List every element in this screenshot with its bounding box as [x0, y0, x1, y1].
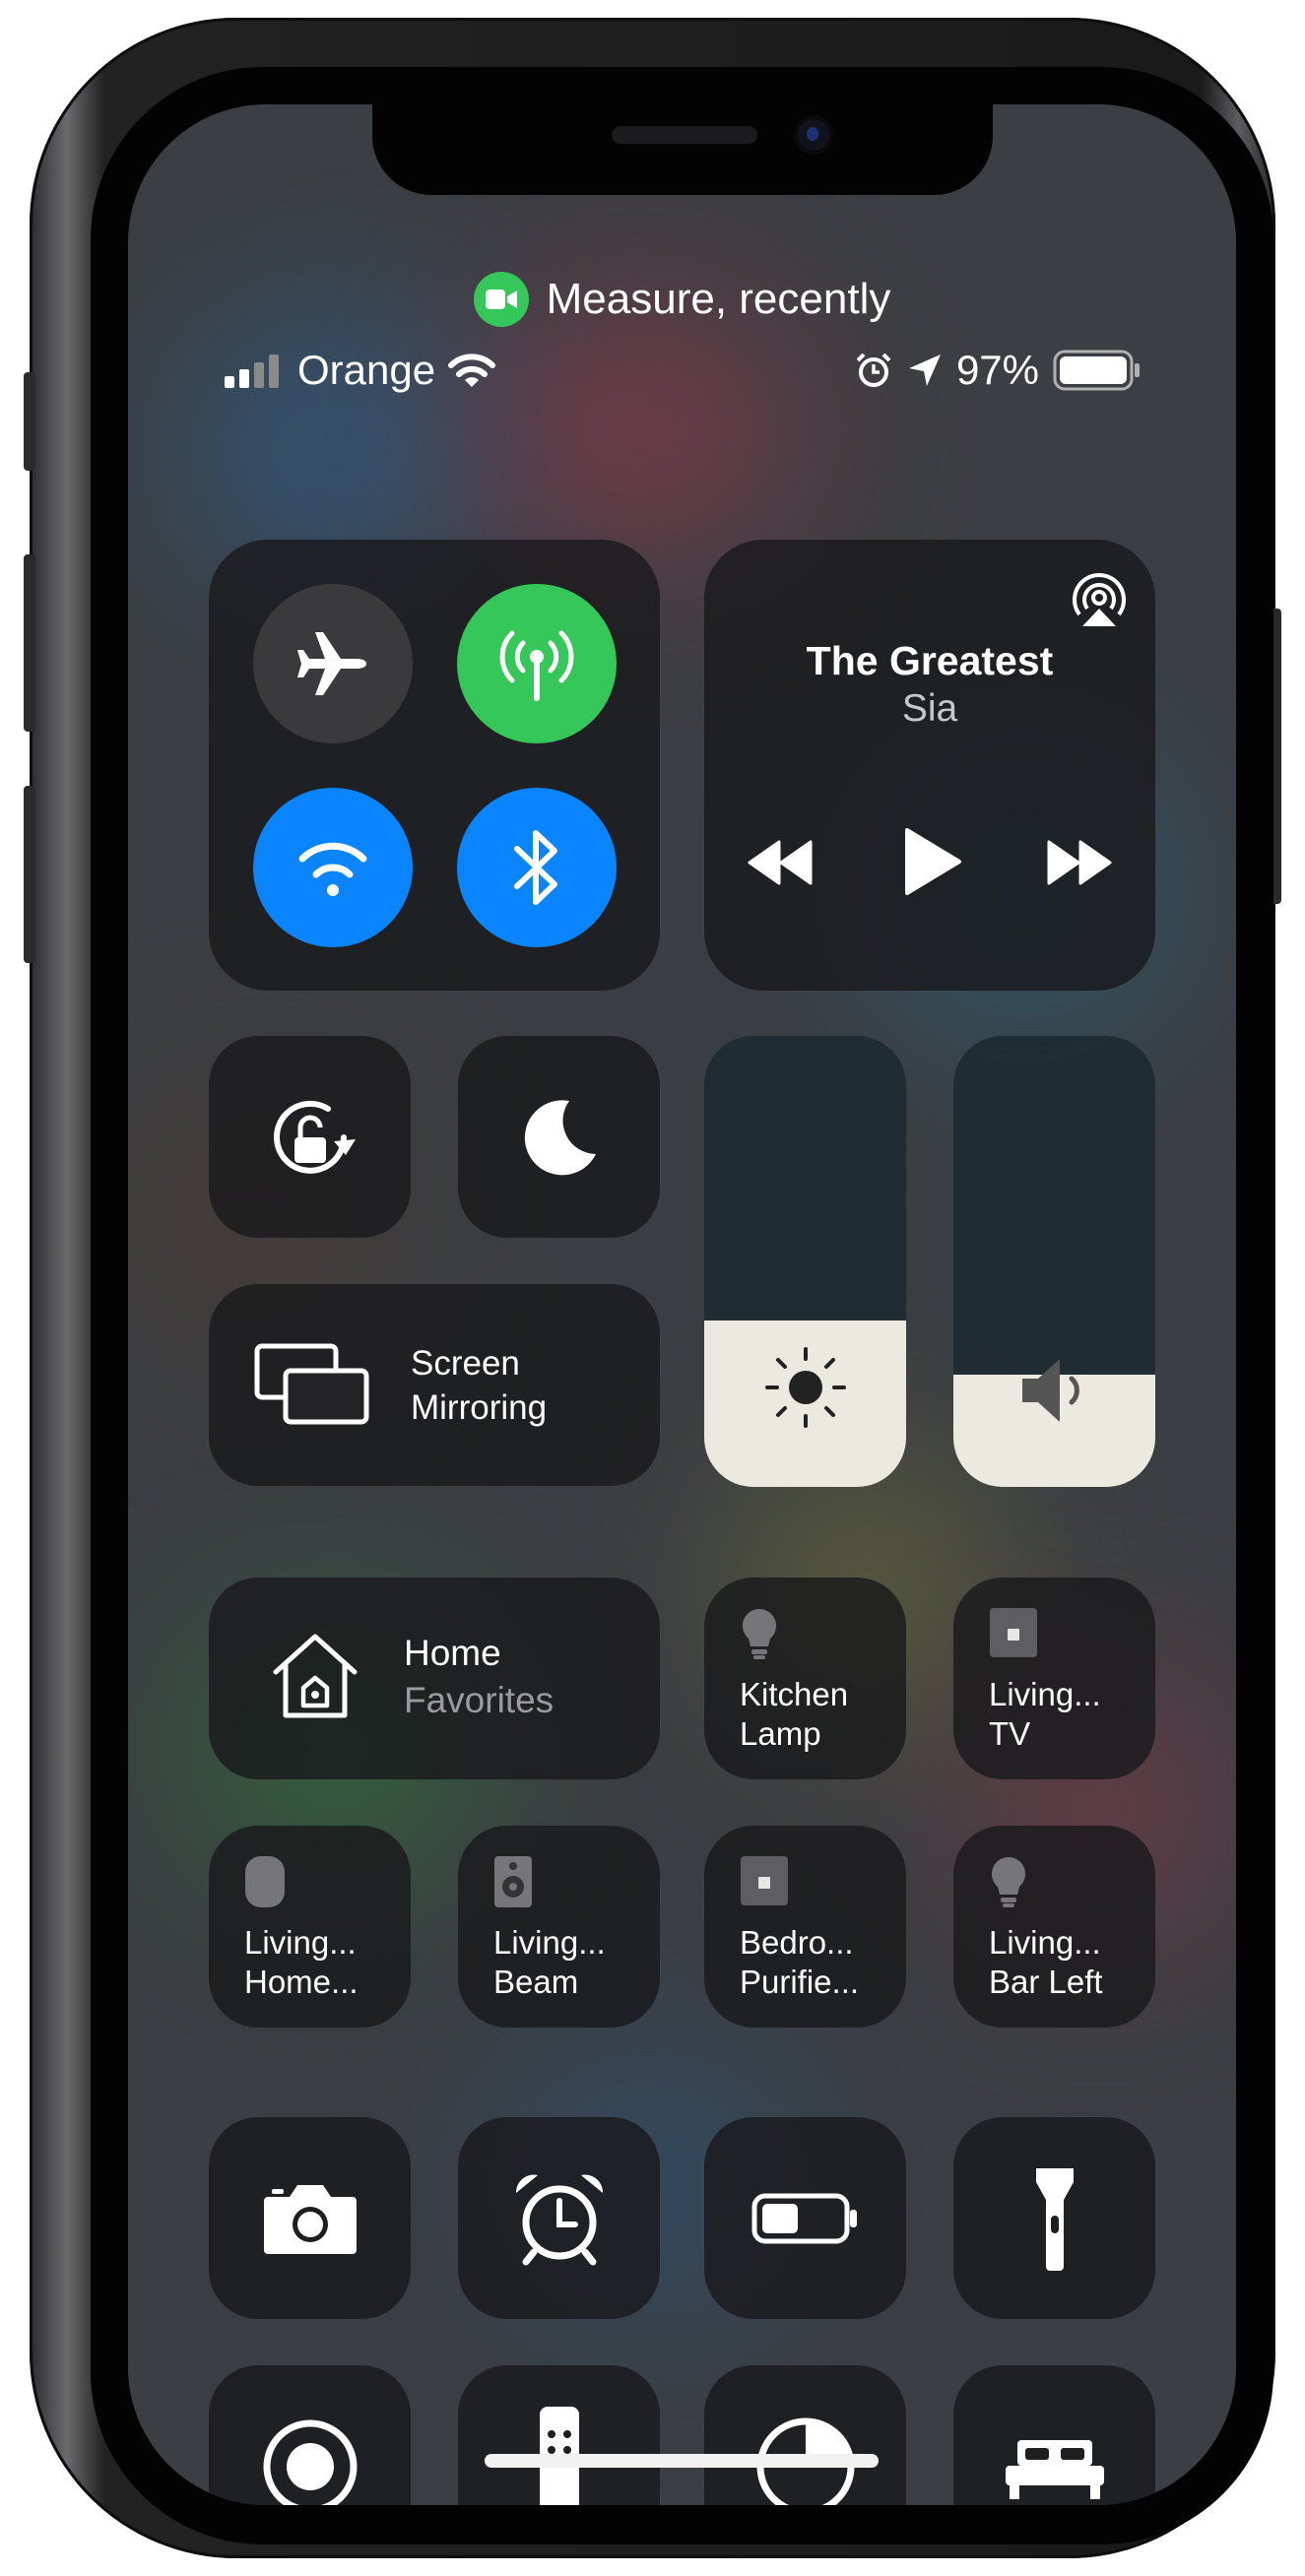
accessory-label: Kitchen Lamp [740, 1675, 848, 1754]
video-camera-icon [473, 272, 529, 327]
screen-mirroring-line1: Screen [411, 1344, 520, 1383]
mute-switch [24, 372, 35, 471]
phone-frame: Measure, recently Orange 97% The Greates… [24, 18, 1281, 2558]
alarm-button[interactable] [458, 2117, 660, 2319]
home-subtitle: Favorites [404, 1680, 555, 1720]
accessory-line2: Home... [244, 1964, 359, 2000]
home-title: Home [404, 1633, 501, 1673]
status-bar-left: Orange [225, 341, 496, 400]
wifi-icon [298, 842, 367, 896]
home-favorites-button[interactable]: Home Favorites [209, 1578, 660, 1779]
speaker-volume-icon [1022, 1359, 1079, 1422]
battery-icon [1053, 350, 1140, 391]
accessory-label: Bedro... Purifie... [740, 1923, 859, 2002]
accessory-bedroom-purifier[interactable]: Bedro... Purifie... [704, 1826, 906, 2028]
airplay-icon[interactable] [1071, 571, 1128, 628]
screen-mirroring-button[interactable]: Screen Mirroring [209, 1284, 660, 1486]
cellular-data-button[interactable] [457, 584, 617, 743]
speaker-icon [494, 1856, 532, 1907]
apple-tv-remote-button[interactable] [458, 2365, 660, 2505]
airplane-icon [297, 632, 366, 695]
play-icon[interactable] [903, 827, 962, 896]
lightbulb-icon [742, 1608, 777, 1659]
bluetooth-button[interactable] [457, 788, 617, 947]
connectivity-module [209, 540, 660, 991]
earpiece-speaker [612, 126, 757, 144]
accessory-label: Living... TV [989, 1675, 1101, 1754]
artist-name: Sia [901, 687, 958, 730]
accessory-line2: Purifie... [740, 1964, 860, 2000]
screen-mirroring-icon [254, 1343, 369, 1425]
volume-down-button [24, 786, 35, 963]
fast-forward-icon[interactable] [1047, 840, 1112, 885]
accessory-line2: Lamp [740, 1715, 821, 1752]
screen-mirroring-label: Screen Mirroring [411, 1341, 547, 1430]
recent-camera-use-indicator[interactable]: Measure, recently [128, 272, 1236, 327]
antenna-icon [499, 630, 574, 701]
accessory-line1: Living... [989, 1676, 1101, 1712]
camera-icon [263, 2184, 357, 2254]
outlet-icon [741, 1856, 788, 1905]
wifi-icon [448, 354, 496, 387]
screen-recording-button[interactable] [209, 2365, 411, 2505]
rewind-icon[interactable] [748, 840, 813, 885]
song-title: The Greatest [806, 638, 1054, 683]
cellular-signal-icon [225, 354, 279, 388]
alarm-clock-icon [515, 2174, 603, 2265]
accessory-line1: Living... [989, 1924, 1101, 1961]
alarm-icon [856, 353, 891, 387]
indicator-text: Measure, recently [546, 275, 891, 323]
now-playing-module[interactable]: The Greatest Sia [704, 540, 1155, 991]
accessory-label: Living... Home... [244, 1923, 359, 2002]
accessory-line1: Kitchen [740, 1676, 849, 1712]
control-center-screen: Measure, recently Orange 97% The Greates… [128, 104, 1236, 2505]
front-camera [798, 119, 829, 151]
accessory-line1: Living... [244, 1924, 357, 1961]
screen-mirroring-line2: Mirroring [411, 1388, 548, 1427]
accessory-line1: Living... [493, 1924, 606, 1961]
accessory-line2: Beam [493, 1964, 579, 2000]
moon-icon [524, 1099, 596, 1175]
accessory-label: Living... Bar Left [989, 1923, 1103, 2002]
accessibility-shortcut-button[interactable] [704, 2365, 906, 2505]
accessory-line2: Bar Left [989, 1964, 1103, 2000]
low-power-icon [751, 2193, 857, 2243]
volume-up-button [24, 554, 35, 732]
accessory-living-tv[interactable]: Living... TV [953, 1578, 1155, 1779]
accessory-living-homepod[interactable]: Living... Home... [209, 1826, 411, 2028]
sun-icon [765, 1347, 846, 1428]
accessory-line2: TV [989, 1715, 1031, 1752]
sleep-mode-button[interactable] [953, 2365, 1155, 2505]
status-bar-right: 97% [854, 341, 1142, 400]
low-power-mode-button[interactable] [704, 2117, 906, 2319]
flashlight-button[interactable] [953, 2117, 1155, 2319]
wifi-button[interactable] [253, 788, 413, 947]
home-icon [273, 1634, 358, 1718]
orientation-lock-button[interactable] [209, 1036, 411, 1238]
home-indicator[interactable] [485, 2454, 879, 2468]
accessory-line1: Bedro... [740, 1924, 854, 1961]
battery-percentage: 97% [955, 347, 1039, 393]
carrier-name: Orange [297, 347, 436, 393]
notch [372, 104, 993, 195]
accessory-living-beam[interactable]: Living... Beam [458, 1826, 660, 2028]
bluetooth-icon [514, 830, 557, 905]
homepod-icon [245, 1856, 285, 1907]
brightness-slider[interactable] [704, 1036, 906, 1487]
screen-record-icon [263, 2419, 357, 2505]
airplane-mode-button[interactable] [253, 584, 413, 743]
lock-rotation-icon [273, 1100, 356, 1174]
outlet-icon [990, 1608, 1037, 1657]
camera-button[interactable] [209, 2117, 411, 2319]
lightbulb-icon [991, 1856, 1026, 1907]
accessory-living-bar-left[interactable]: Living... Bar Left [953, 1826, 1155, 2028]
flashlight-icon [1035, 2167, 1074, 2271]
sleep-bed-icon [1005, 2439, 1104, 2499]
accessory-kitchen-lamp[interactable]: Kitchen Lamp [704, 1578, 906, 1779]
do-not-disturb-button[interactable] [458, 1036, 660, 1238]
location-arrow-icon [908, 354, 941, 386]
volume-slider[interactable] [953, 1036, 1155, 1487]
accessory-label: Living... Beam [493, 1923, 606, 2002]
